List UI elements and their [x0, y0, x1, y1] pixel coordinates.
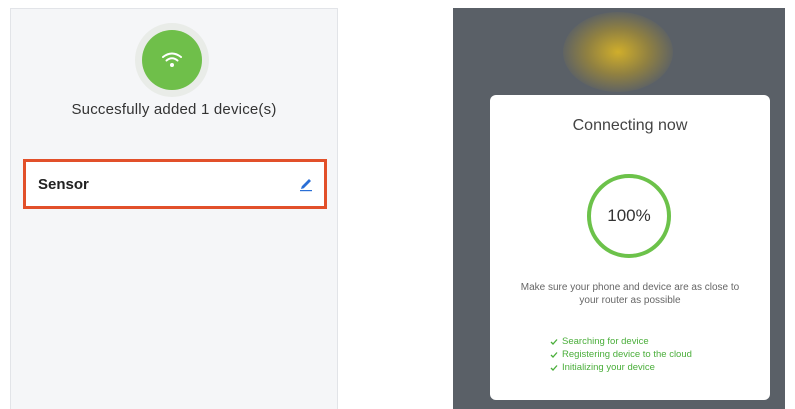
- background-glow: [563, 12, 673, 92]
- connection-step-label: Initializing your device: [562, 362, 655, 373]
- success-badge: [135, 23, 209, 97]
- check-icon: [550, 364, 558, 371]
- connection-step: Registering device to the cloud: [550, 348, 750, 361]
- wifi-icon: [142, 30, 202, 90]
- connection-step: Initializing your device: [550, 361, 750, 374]
- check-icon: [550, 351, 558, 358]
- pencil-icon[interactable]: [298, 176, 314, 192]
- success-message: Succesfully added 1 device(s): [71, 101, 277, 118]
- dialog-title: Connecting now: [572, 117, 688, 134]
- connecting-dialog: Connecting now 100% Make sure your phone…: [490, 95, 770, 400]
- device-added-screen: Succesfully added 1 device(s) Sensor: [10, 8, 338, 409]
- connection-step-label: Registering device to the cloud: [562, 349, 692, 360]
- connection-step: Searching for device: [550, 335, 750, 348]
- proximity-hint: Make sure your phone and device are as c…: [520, 282, 740, 306]
- connecting-screen: Connecting now 100% Make sure your phone…: [453, 8, 785, 409]
- connection-steps: Searching for device Registering device t…: [550, 335, 750, 374]
- device-name-row[interactable]: Sensor: [23, 159, 327, 209]
- check-icon: [550, 338, 558, 345]
- device-name-label: Sensor: [38, 175, 89, 193]
- progress-percent: 100%: [607, 206, 651, 225]
- connection-step-label: Searching for device: [562, 336, 649, 347]
- progress-ring: 100%: [584, 171, 674, 261]
